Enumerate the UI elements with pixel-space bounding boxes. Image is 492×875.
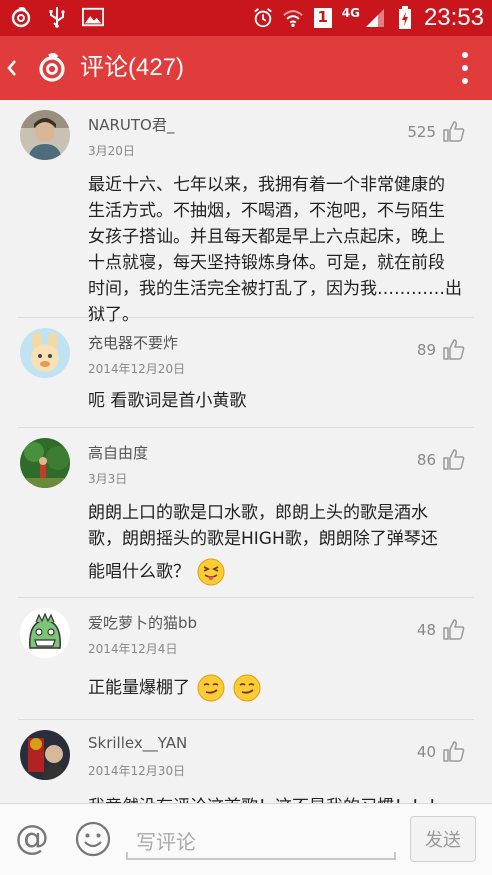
like-button[interactable]: 89 [417, 338, 466, 362]
like-button[interactable]: 40 [417, 740, 466, 764]
alarm-icon [252, 7, 274, 29]
like-count: 89 [416, 341, 436, 359]
comment-text: 最近十六、七年以来，我拥有着一个非常健康的 生活方式。不抽烟，不喝酒，不泡吧，不… [88, 172, 472, 328]
thumb-up-icon [443, 449, 465, 470]
smirk-emoji-icon [197, 674, 225, 702]
thumb-up-icon [443, 121, 465, 142]
clock: 23:53 [423, 4, 484, 31]
comment-item: 爱吃萝卜的猫bb 2014年12月4日 48 正能量爆棚了 [18, 598, 474, 720]
comment-text: 朗朗上口的歌是口水歌，郎朗上头的歌是酒水 歌，朗朗摇头的歌是HIGH歌，朗朗除了… [88, 500, 472, 586]
like-count: 525 [407, 123, 436, 141]
comment-date: 3月20日 [88, 144, 135, 158]
comment-line-with-emoji: 能唱什么歌？ [88, 558, 472, 586]
sim-icon: 1 [312, 7, 334, 29]
avatar[interactable] [20, 110, 70, 160]
comment-line: 生活方式。不抽烟，不喝酒，不泡吧，不与陌生 [88, 201, 445, 221]
comment-input-bar: @ 写评论 发送 [0, 803, 492, 875]
emoji-icon[interactable] [74, 820, 112, 858]
comment-username[interactable]: NARUTO君_ [88, 114, 174, 135]
like-button[interactable]: 525 [407, 120, 466, 144]
comment-username[interactable]: 充电器不要炸 [88, 332, 178, 353]
comment-line: 时间，我的生活完全被打乱了，因为我…………出 [88, 279, 462, 299]
comment-line: 能唱什么歌？ [88, 562, 190, 582]
comment-item: 充电器不要炸 2014年12月20日 89 呃 看歌词是首小黄歌 [18, 318, 474, 428]
comment-input[interactable]: 写评论 [126, 824, 396, 860]
thumb-up-icon [443, 619, 465, 640]
status-bar: 1 4G 23:53 [0, 0, 492, 36]
image-icon [82, 6, 104, 28]
comment-username[interactable]: 高自由度 [88, 442, 148, 463]
comment-date: 2014年12月30日 [88, 764, 186, 778]
comment-date: 3月3日 [88, 472, 128, 486]
netease-music-icon [10, 6, 32, 28]
network-type-label: 4G [341, 6, 360, 20]
like-count: 48 [416, 621, 436, 639]
signal-icon [364, 7, 386, 29]
like-count: 86 [416, 451, 436, 469]
comment-line: 歌，朗朗摇头的歌是HIGH歌，朗朗除了弹琴还 [88, 529, 438, 549]
comment-text: 我竟然没有评论这首歌！这不是我的习惯！！！ [88, 794, 472, 803]
send-button[interactable]: 发送 [410, 816, 476, 862]
comment-line: 呃 看歌词是首小黄歌 [88, 391, 247, 411]
battery-icon [394, 6, 416, 29]
comment-date: 2014年12月20日 [88, 362, 186, 376]
at-mention-icon[interactable]: @ [12, 818, 52, 858]
tongue-out-emoji-icon [197, 558, 225, 586]
comment-username[interactable]: 爱吃萝卜的猫bb [88, 612, 197, 633]
sim-slot-label: 1 [317, 8, 328, 26]
page-title: 评论(427) [80, 54, 185, 81]
overflow-menu-icon[interactable] [460, 52, 470, 84]
usb-icon [46, 6, 68, 28]
app-bar: 评论(427) [0, 36, 492, 100]
like-count: 40 [416, 743, 436, 761]
comment-line: 十点就寝，每天坚持锻炼身体。可是，就在前段 [88, 253, 445, 273]
comment-text: 正能量爆棚了 [88, 674, 472, 702]
comment-line: 朗朗上口的歌是口水歌，郎朗上头的歌是酒水 [88, 503, 428, 523]
comment-list[interactable]: NARUTO君_ 3月20日 525 最近十六、七年以来，我拥有着一个非常健康的… [0, 100, 492, 803]
avatar[interactable] [20, 438, 70, 488]
thumb-up-icon [443, 741, 465, 762]
avatar[interactable] [20, 730, 70, 780]
like-button[interactable]: 48 [417, 618, 466, 642]
comment-item: NARUTO君_ 3月20日 525 最近十六、七年以来，我拥有着一个非常健康的… [18, 100, 474, 325]
avatar[interactable] [20, 608, 70, 658]
comment-line: 正能量爆棚了 [88, 678, 190, 698]
like-button[interactable]: 86 [417, 448, 466, 472]
comment-line: 女孩子搭讪。并且每天都是早上六点起床，晚上 [88, 227, 445, 247]
comment-line: 我竟然没有评论这首歌！这不是我的习惯！！！ [88, 794, 472, 803]
avatar[interactable] [20, 328, 70, 378]
netease-music-logo-icon [36, 52, 68, 84]
smirk-emoji-icon [233, 674, 261, 702]
back-chevron-icon[interactable] [4, 54, 20, 82]
comment-item: Skrillex__YAN 2014年12月30日 40 我竟然没有评论这首歌！… [18, 720, 474, 803]
comment-username[interactable]: Skrillex__YAN [88, 734, 187, 752]
wifi-icon [282, 7, 304, 29]
comment-date: 2014年12月4日 [88, 642, 178, 656]
comment-line: 最近十六、七年以来，我拥有着一个非常健康的 [88, 175, 445, 195]
comment-text: 呃 看歌词是首小黄歌 [88, 388, 472, 414]
comment-item: 高自由度 3月3日 86 朗朗上口的歌是口水歌，郎朗上头的歌是酒水 歌，朗朗摇头… [18, 428, 474, 598]
thumb-up-icon [443, 339, 465, 360]
